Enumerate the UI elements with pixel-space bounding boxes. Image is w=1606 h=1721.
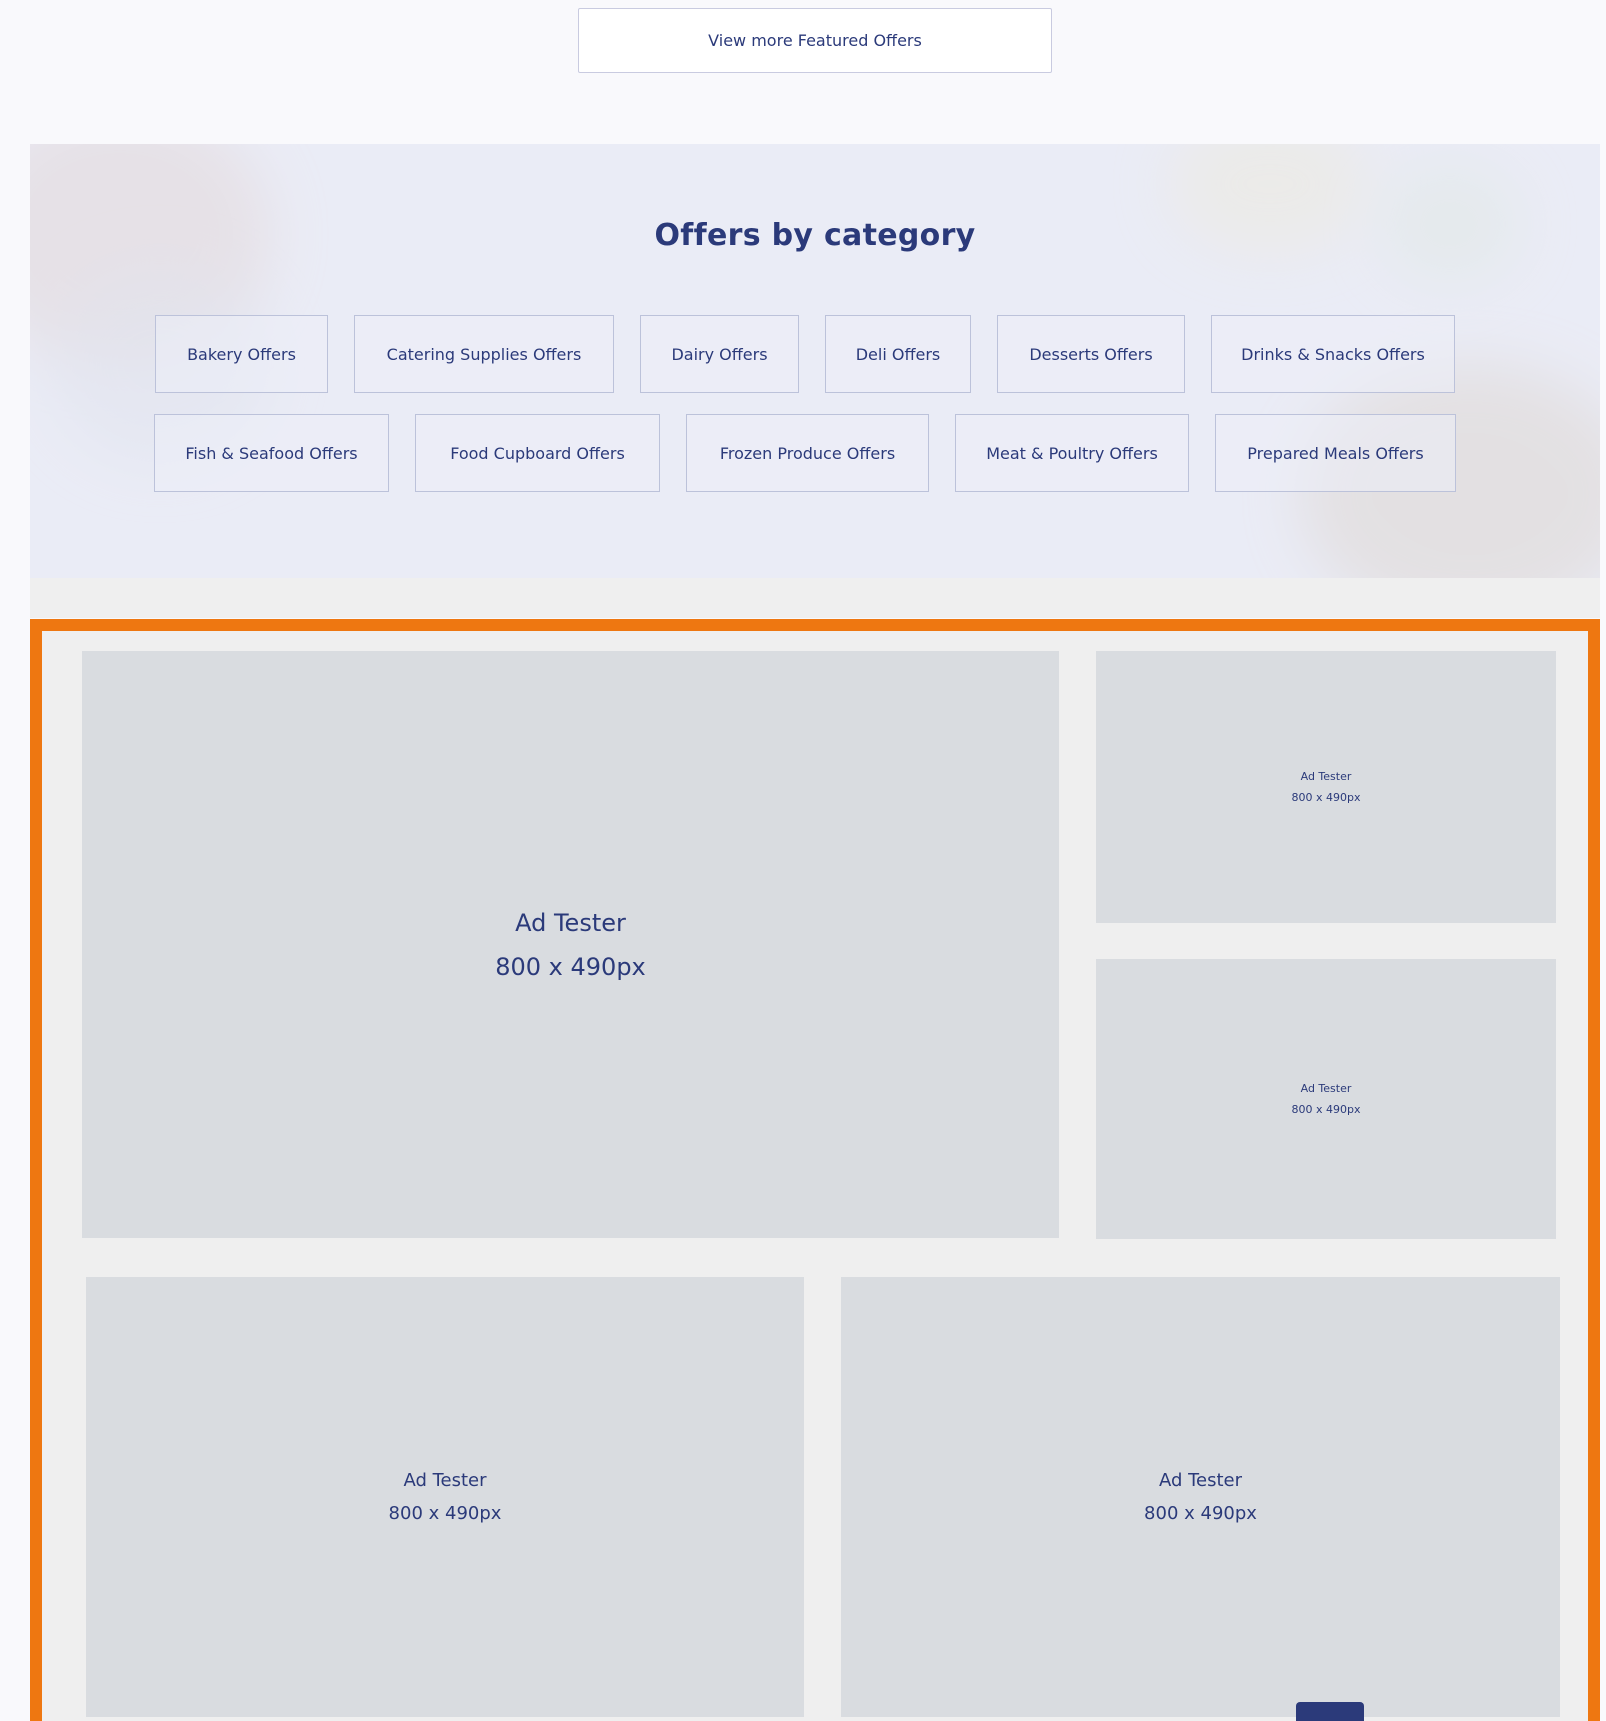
- ad-banner-top-right[interactable]: Ad Tester 800 x 490px: [1096, 651, 1556, 923]
- category-button-dairy[interactable]: Dairy Offers: [640, 315, 799, 393]
- ad-banner-large[interactable]: Ad Tester 800 x 490px: [82, 651, 1059, 1238]
- scroll-top-icon[interactable]: [1296, 1702, 1364, 1721]
- category-button-food-cupboard[interactable]: Food Cupboard Offers: [415, 414, 660, 492]
- ad-title: Ad Tester: [1300, 1082, 1352, 1095]
- ad-size: 800 x 490px: [388, 1503, 502, 1524]
- section-title: Offers by category: [654, 218, 976, 253]
- category-button-fish-seafood[interactable]: Fish & Seafood Offers: [154, 414, 389, 492]
- ad-banner-middle-right[interactable]: Ad Tester 800 x 490px: [1096, 959, 1556, 1239]
- ad-size: 800 x 490px: [1144, 1503, 1257, 1524]
- ad-title: Ad Tester: [403, 1470, 487, 1491]
- ad-banner-bottom-right[interactable]: Ad Tester 800 x 490px: [841, 1277, 1560, 1717]
- view-more-featured-offers-button[interactable]: View more Featured Offers: [578, 8, 1052, 73]
- divider-strip: [30, 578, 1600, 618]
- category-button-bakery[interactable]: Bakery Offers: [155, 315, 328, 393]
- offers-by-category-section: Offers by category Bakery Offers Caterin…: [30, 144, 1600, 578]
- ad-banner-bottom-left[interactable]: Ad Tester 800 x 490px: [86, 1277, 804, 1717]
- category-button-frozen-produce[interactable]: Frozen Produce Offers: [686, 414, 929, 492]
- ad-title: Ad Tester: [515, 908, 626, 937]
- category-button-prepared-meals[interactable]: Prepared Meals Offers: [1215, 414, 1456, 492]
- ad-grid-section: Ad Tester 800 x 490px Ad Tester 800 x 49…: [30, 619, 1600, 1721]
- category-button-meat-poultry[interactable]: Meat & Poultry Offers: [955, 414, 1189, 492]
- ad-size: 800 x 490px: [1291, 791, 1361, 804]
- ad-title: Ad Tester: [1300, 770, 1352, 783]
- ad-title: Ad Tester: [1158, 1470, 1243, 1491]
- category-button-desserts[interactable]: Desserts Offers: [997, 315, 1185, 393]
- ad-size: 800 x 490px: [495, 952, 646, 981]
- category-button-catering-supplies[interactable]: Catering Supplies Offers: [354, 315, 614, 393]
- category-button-drinks-snacks[interactable]: Drinks & Snacks Offers: [1211, 315, 1455, 393]
- ad-size: 800 x 490px: [1291, 1103, 1361, 1116]
- category-button-deli[interactable]: Deli Offers: [825, 315, 971, 393]
